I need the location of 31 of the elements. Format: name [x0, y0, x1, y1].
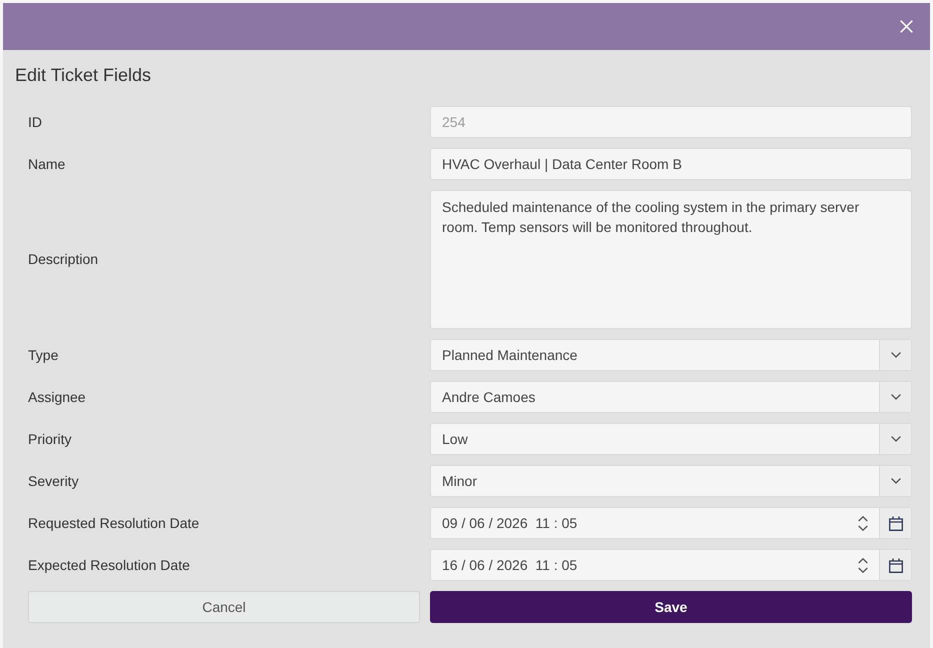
up-down-chevron-icon[interactable]	[858, 516, 868, 530]
chevron-down-icon	[890, 352, 900, 358]
chevron-down-icon	[890, 478, 900, 484]
textarea-field[interactable]: Scheduled maintenance of the cooling system in the primary server room. Temp sensors will be monitored throughout.	[430, 190, 912, 329]
field-label: ID	[28, 112, 42, 132]
text-field[interactable]: HVAC Overhaul | Data Center Room B	[430, 148, 912, 180]
field-label: Type	[28, 346, 58, 365]
select-field[interactable]: Andre Camoes	[430, 381, 912, 413]
save-button[interactable]: Save	[430, 591, 912, 623]
field-label: Priority	[28, 430, 72, 449]
chevron-down-icon	[890, 436, 900, 442]
close-icon[interactable]	[900, 20, 913, 33]
calendar-icon	[888, 558, 902, 572]
dialog-title: Edit Ticket Fields	[15, 64, 152, 87]
field-label: Description	[28, 250, 98, 269]
field-label: Expected Resolution Date	[28, 556, 190, 575]
select-field[interactable]: Low	[430, 423, 912, 455]
select-field[interactable]: Minor	[430, 465, 912, 497]
chevron-down-icon	[890, 394, 900, 400]
datetime-field[interactable]: 16 / 06 / 2026 11 : 05	[430, 549, 912, 581]
calendar-icon	[888, 516, 902, 530]
calendar-button[interactable]	[879, 550, 911, 580]
field-label: Name	[28, 154, 66, 174]
datetime-field[interactable]: 09 / 06 / 2026 11 : 05	[430, 507, 912, 539]
field-label: Assignee	[28, 388, 86, 407]
calendar-button[interactable]	[879, 508, 911, 538]
field-label: Severity	[28, 472, 79, 491]
field-label: Requested Resolution Date	[28, 514, 200, 533]
up-down-chevron-icon[interactable]	[858, 558, 868, 572]
select-field[interactable]: Planned Maintenance	[430, 339, 912, 371]
cancel-button[interactable]: Cancel	[28, 591, 420, 623]
